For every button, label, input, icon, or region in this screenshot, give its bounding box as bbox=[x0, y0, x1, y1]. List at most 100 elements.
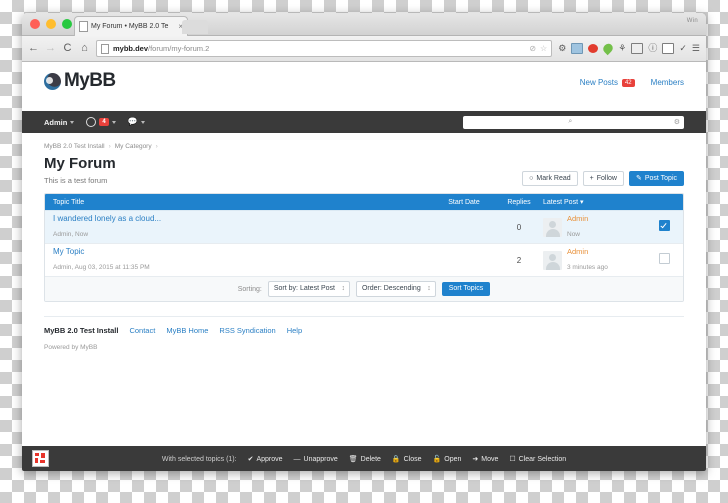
table-row[interactable]: My Topic Admin, Aug 03, 2015 at 11:35 PM… bbox=[45, 243, 683, 276]
admin-user-menu[interactable]: Admin bbox=[44, 118, 75, 127]
header-link-new-posts[interactable]: New Posts 42 bbox=[580, 78, 635, 87]
footer-link-mybb-home[interactable]: MyBB Home bbox=[166, 326, 208, 335]
frame-icon[interactable] bbox=[631, 43, 644, 54]
footer-link-contact[interactable]: Contact bbox=[129, 326, 155, 335]
sort-topics-button[interactable]: Sort Topics bbox=[441, 281, 491, 297]
column-header-latest-post[interactable]: Latest Post ▾ bbox=[543, 198, 653, 206]
url-path: /forum/my-forum.2 bbox=[148, 44, 210, 53]
footer-link-rss-syndication[interactable]: RSS Syndication bbox=[219, 326, 275, 335]
window-controls[interactable] bbox=[30, 19, 72, 29]
lock-icon: 🔒 bbox=[391, 456, 401, 463]
mark-read-button[interactable]: ○ Mark Read bbox=[522, 171, 578, 186]
search-input[interactable]: ⌕ ⚙ bbox=[463, 115, 684, 129]
row-select-checkbox[interactable] bbox=[658, 220, 670, 231]
footer-links-row: MyBB 2.0 Test Install Contact MyBB Home … bbox=[44, 326, 684, 335]
blue-card-icon[interactable] bbox=[571, 43, 584, 54]
breadcrumb-separator: › bbox=[108, 143, 111, 150]
trash-icon: 🗑 bbox=[348, 456, 358, 463]
site-header: MyBB New Posts 42 Members bbox=[22, 62, 706, 111]
close-window-button[interactable] bbox=[30, 19, 40, 29]
post-topic-label: Post Topic bbox=[644, 175, 677, 182]
latest-post-user[interactable]: Admin bbox=[567, 247, 608, 256]
avatar bbox=[543, 217, 562, 237]
alerts-badge: 4 bbox=[99, 118, 109, 126]
topic-meta: Admin, Aug 03, 2015 at 11:35 PM bbox=[53, 263, 150, 271]
footer-link-help[interactable]: Help bbox=[287, 326, 302, 335]
info-icon[interactable]: ⓘ bbox=[648, 44, 657, 53]
site-logo-text: MyBB bbox=[64, 70, 116, 91]
forum-actions: ○ Mark Read + Follow ✎ Post Topic bbox=[44, 171, 684, 186]
menu-icon[interactable]: ☰ bbox=[692, 44, 700, 53]
chat-bubble-icon: 💬 bbox=[127, 117, 138, 126]
green-pin-icon[interactable] bbox=[601, 41, 615, 56]
header-link-members-label: Members bbox=[650, 78, 684, 87]
moderation-close-button[interactable]: 🔒 Close bbox=[391, 455, 422, 464]
moderation-approve-button[interactable]: ✔ Approve bbox=[247, 455, 283, 464]
check-icon: ✔ bbox=[247, 456, 254, 463]
home-icon[interactable]: ⌂ bbox=[79, 43, 90, 54]
header-link-members[interactable]: Members bbox=[651, 78, 684, 87]
row-select-checkbox[interactable] bbox=[658, 253, 670, 264]
topic-title-link[interactable]: My Topic bbox=[53, 247, 433, 256]
moderation-open-button[interactable]: 🔓 Open bbox=[432, 455, 462, 464]
unlock-icon: 🔓 bbox=[432, 456, 442, 463]
follow-button[interactable]: + Follow bbox=[582, 171, 624, 186]
moderation-unapprove-button[interactable]: — Unapprove bbox=[294, 456, 338, 463]
messages-menu[interactable]: 💬 bbox=[128, 118, 145, 126]
moderation-approve-label: Approve bbox=[256, 455, 283, 463]
reload-icon[interactable]: C bbox=[62, 43, 73, 54]
moderation-move-button[interactable]: ➜ Move bbox=[472, 455, 498, 464]
breadcrumb-item-0[interactable]: MyBB 2.0 Test Install bbox=[44, 143, 105, 150]
mark-read-label: Mark Read bbox=[536, 175, 571, 182]
site-logo[interactable]: MyBB bbox=[44, 70, 116, 92]
gear-icon[interactable]: ⚙ bbox=[558, 44, 566, 53]
latest-post-time: 3 minutes ago bbox=[567, 263, 608, 271]
topic-cell: I wandered lonely as a cloud... Admin, N… bbox=[53, 214, 433, 241]
forward-icon[interactable]: → bbox=[45, 43, 56, 54]
tab-title: My Forum • MyBB 2.0 Te bbox=[91, 23, 169, 30]
address-bar[interactable]: mybb.dev/forum/my-forum.2 ⊘ ☆ bbox=[96, 40, 553, 57]
site-footer: MyBB 2.0 Test Install Contact MyBB Home … bbox=[22, 317, 706, 351]
column-header-replies[interactable]: Replies bbox=[495, 199, 543, 206]
back-icon[interactable]: ← bbox=[28, 43, 39, 54]
browser-toolbar: ← → C ⌂ mybb.dev/forum/my-forum.2 ⊘ ☆ ⚙ … bbox=[22, 36, 706, 62]
browser-tab[interactable]: My Forum • MyBB 2.0 Te × bbox=[74, 16, 188, 36]
powered-by-text: Powered by MyBB bbox=[44, 344, 98, 351]
column-header-topic-title[interactable]: Topic Title bbox=[53, 199, 433, 206]
replies-cell: 2 bbox=[516, 255, 522, 265]
window-icon[interactable] bbox=[662, 43, 675, 54]
app-dock-icon[interactable] bbox=[32, 450, 49, 467]
alerts-menu[interactable]: 4 bbox=[86, 117, 116, 127]
table-row[interactable]: I wandered lonely as a cloud... Admin, N… bbox=[45, 210, 683, 243]
alert-icon bbox=[86, 117, 97, 127]
admin-navbar: Admin 4 💬 ⌕ ⚙ bbox=[22, 111, 706, 133]
eyedropper-icon[interactable]: ⚘ bbox=[618, 44, 626, 53]
latest-post-cell: Admin 3 minutes ago bbox=[543, 247, 653, 274]
search-settings-icon[interactable]: ⚙ bbox=[669, 118, 680, 126]
share-icon[interactable]: ⊘ bbox=[529, 44, 536, 53]
latest-post-user[interactable]: Admin bbox=[567, 214, 588, 223]
topic-title-link[interactable]: I wandered lonely as a cloud... bbox=[53, 214, 433, 223]
footer-brand: MyBB 2.0 Test Install bbox=[44, 326, 119, 335]
new-posts-badge: 42 bbox=[621, 78, 635, 87]
column-header-start-date[interactable]: Start Date bbox=[433, 199, 495, 206]
replies-cell: 0 bbox=[516, 222, 522, 232]
search-icon[interactable]: ⌕ bbox=[563, 118, 572, 126]
sort-by-select[interactable]: Sort by: Latest Post bbox=[267, 281, 350, 297]
red-circle-icon[interactable] bbox=[588, 44, 599, 53]
new-tab-button[interactable] bbox=[182, 20, 208, 34]
bookmark-star-icon[interactable]: ☆ bbox=[540, 44, 547, 53]
check-icon[interactable]: ✓ bbox=[679, 44, 687, 53]
row-checkbox-cell bbox=[653, 218, 675, 236]
moderation-clear-selection-label: Clear Selection bbox=[518, 455, 567, 463]
sort-order-select[interactable]: Order: Descending bbox=[355, 281, 436, 297]
post-topic-button[interactable]: ✎ Post Topic bbox=[628, 171, 684, 186]
breadcrumb-item-1[interactable]: My Category bbox=[115, 143, 152, 150]
moderation-delete-button[interactable]: 🗑 Delete bbox=[348, 455, 381, 464]
minimize-window-button[interactable] bbox=[46, 19, 56, 29]
chevron-down-icon bbox=[70, 120, 75, 124]
maximize-window-button[interactable] bbox=[62, 19, 72, 29]
moderation-clear-selection-button[interactable]: ☐ Clear Selection bbox=[509, 455, 567, 464]
latest-post-cell: Admin Now bbox=[543, 214, 653, 241]
arrow-right-icon: ➜ bbox=[472, 456, 479, 463]
